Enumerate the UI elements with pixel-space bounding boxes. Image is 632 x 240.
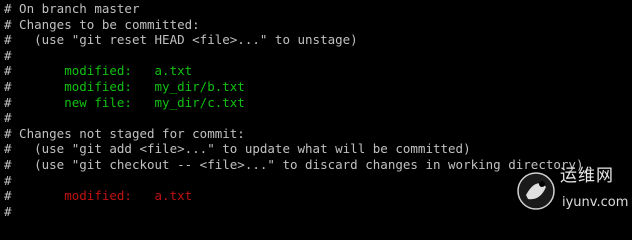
line-text: On branch master [11,1,140,16]
terminal-line: # modified: my_dir/b.txt [0,79,632,95]
terminal-line: # (use "git add <file>..." to update wha… [0,141,632,157]
staged-file-entry: new file: my_dir/c.txt [64,94,245,110]
comment-prefix: # [4,63,12,79]
comment-prefix: # [4,94,12,110]
unstaged-file-entry: modified: a.txt [64,188,193,204]
comment-prefix: # [4,141,12,157]
watermark-logo-icon [517,172,555,210]
comment-prefix: # [4,125,12,141]
watermark-url: iyunv.com [562,195,629,210]
comment-prefix: # [4,110,12,126]
comment-prefix: # [4,47,12,63]
line-text: (use "git reset HEAD <file>..." to unsta… [11,32,358,48]
watermark-cn-text: 运维网 [560,166,614,186]
comment-prefix: # [4,1,12,16]
staged-file-entry: modified: a.txt [64,63,193,79]
comment-prefix: # [4,32,12,48]
comment-prefix: # [4,78,12,94]
terminal-window[interactable]: # On branch master # Changes to be commit… [0,0,632,225]
comment-prefix: # [4,16,12,32]
comment-prefix: # [4,172,12,188]
line-text [12,79,65,94]
terminal-line: # new file: my_dir/c.txt [0,95,632,111]
line-text [12,95,65,110]
line-text [12,63,65,78]
staged-file-entry: modified: my_dir/b.txt [64,78,245,94]
comment-prefix: # [4,203,12,219]
line-text: Changes to be committed: [11,16,200,32]
terminal-line: # [0,48,632,64]
line-text [12,188,65,203]
line-text: Changes not staged for commit: [11,125,245,141]
comment-prefix: # [4,188,12,204]
terminal-line: # [0,110,632,126]
line-text: (use "git add <file>..." to update what … [11,141,471,157]
comment-prefix: # [4,156,12,172]
terminal-line: # Changes not staged for commit: [0,126,632,142]
terminal-line: # modified: a.txt [0,63,632,79]
terminal-line: # (use "git reset HEAD <file>..." to uns… [0,32,632,48]
watermark: 运维网 iyunv.com [516,163,628,219]
line-text: (use "git checkout -- <file>..." to disc… [11,156,584,172]
terminal-line: # On branch master [0,1,632,17]
terminal-line: # Changes to be committed: [0,17,632,33]
